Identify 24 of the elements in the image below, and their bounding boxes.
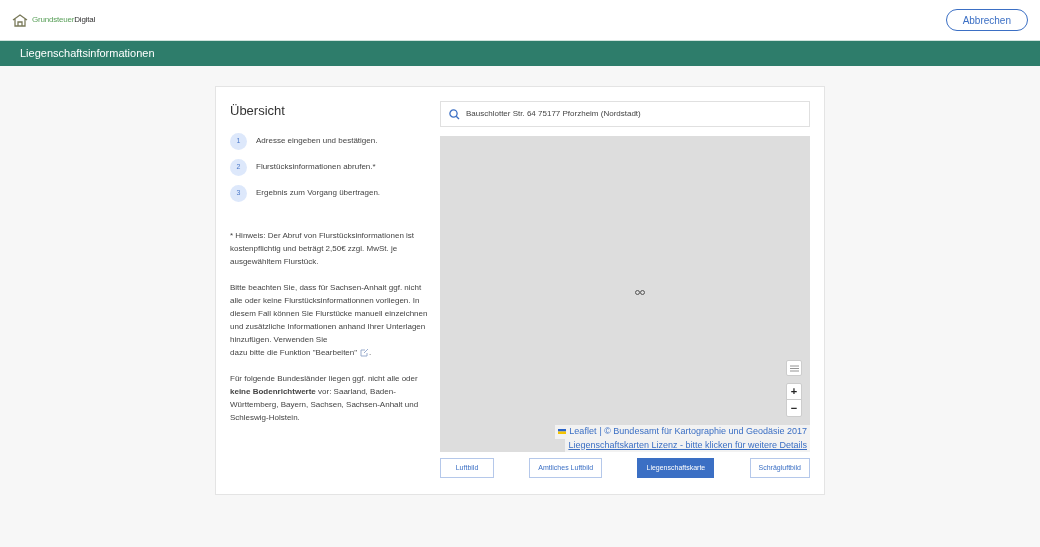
- cancel-button[interactable]: Abbrechen: [945, 9, 1028, 31]
- leaflet-link[interactable]: Leaflet: [569, 425, 597, 439]
- layers-icon: [789, 364, 799, 372]
- search-icon: [449, 108, 460, 120]
- attribution-text: | © Bundesamt für Kartographie und Geodäsie 2017: [599, 425, 807, 438]
- map-area[interactable]: + − Leaflet | © Bundesamt für Kartographie und Geodäsie 2017 Liegenschaftskarten Lizenz - bitte klicken für weitere Details: [440, 136, 810, 452]
- saxony-note-last-line: dazu bitte die Funktion "Bearbeiten": [230, 346, 358, 359]
- banner-title: Liegenschaftsinformationen: [20, 46, 155, 62]
- fee-note: * Hinweis: Der Abruf von Flurstücksinformationen ist kostenpflichtig und beträgt 2,50€ zzgl. MwSt. je ausgewähltem Flurstück.: [230, 229, 416, 268]
- layers-button[interactable]: [786, 360, 802, 376]
- loading-icon: [635, 289, 645, 296]
- house-logo-icon: [12, 13, 28, 27]
- edit-icon: [360, 347, 370, 357]
- saxony-note-end: .: [369, 346, 372, 359]
- step-text: Ergebnis zum Vorgang übertragen.: [256, 187, 381, 199]
- overview-title: Übersicht: [230, 102, 286, 120]
- states-note: Für folgende Bundesländer liegen ggf. nicht alle oder keine Bodenrichtwerte vor: Saarland, Baden-Württemberg, Bayern, Sachsen, Sachsen-Anhalt und Schleswig-Holstein.: [230, 372, 420, 424]
- zoom-out-button[interactable]: −: [787, 400, 801, 416]
- step-text: Flurstücksinformationen abrufen.*: [256, 161, 376, 173]
- address-search-field[interactable]: Bauschlotter Str. 64 75177 Pforzheim (Nordstadt): [440, 101, 810, 127]
- zoom-in-button[interactable]: +: [787, 384, 801, 400]
- flag-icon: [558, 429, 567, 435]
- step-text: Adresse eingeben und bestätigen.: [256, 135, 378, 147]
- logo-text: GrundsteuerDigital: [32, 14, 96, 26]
